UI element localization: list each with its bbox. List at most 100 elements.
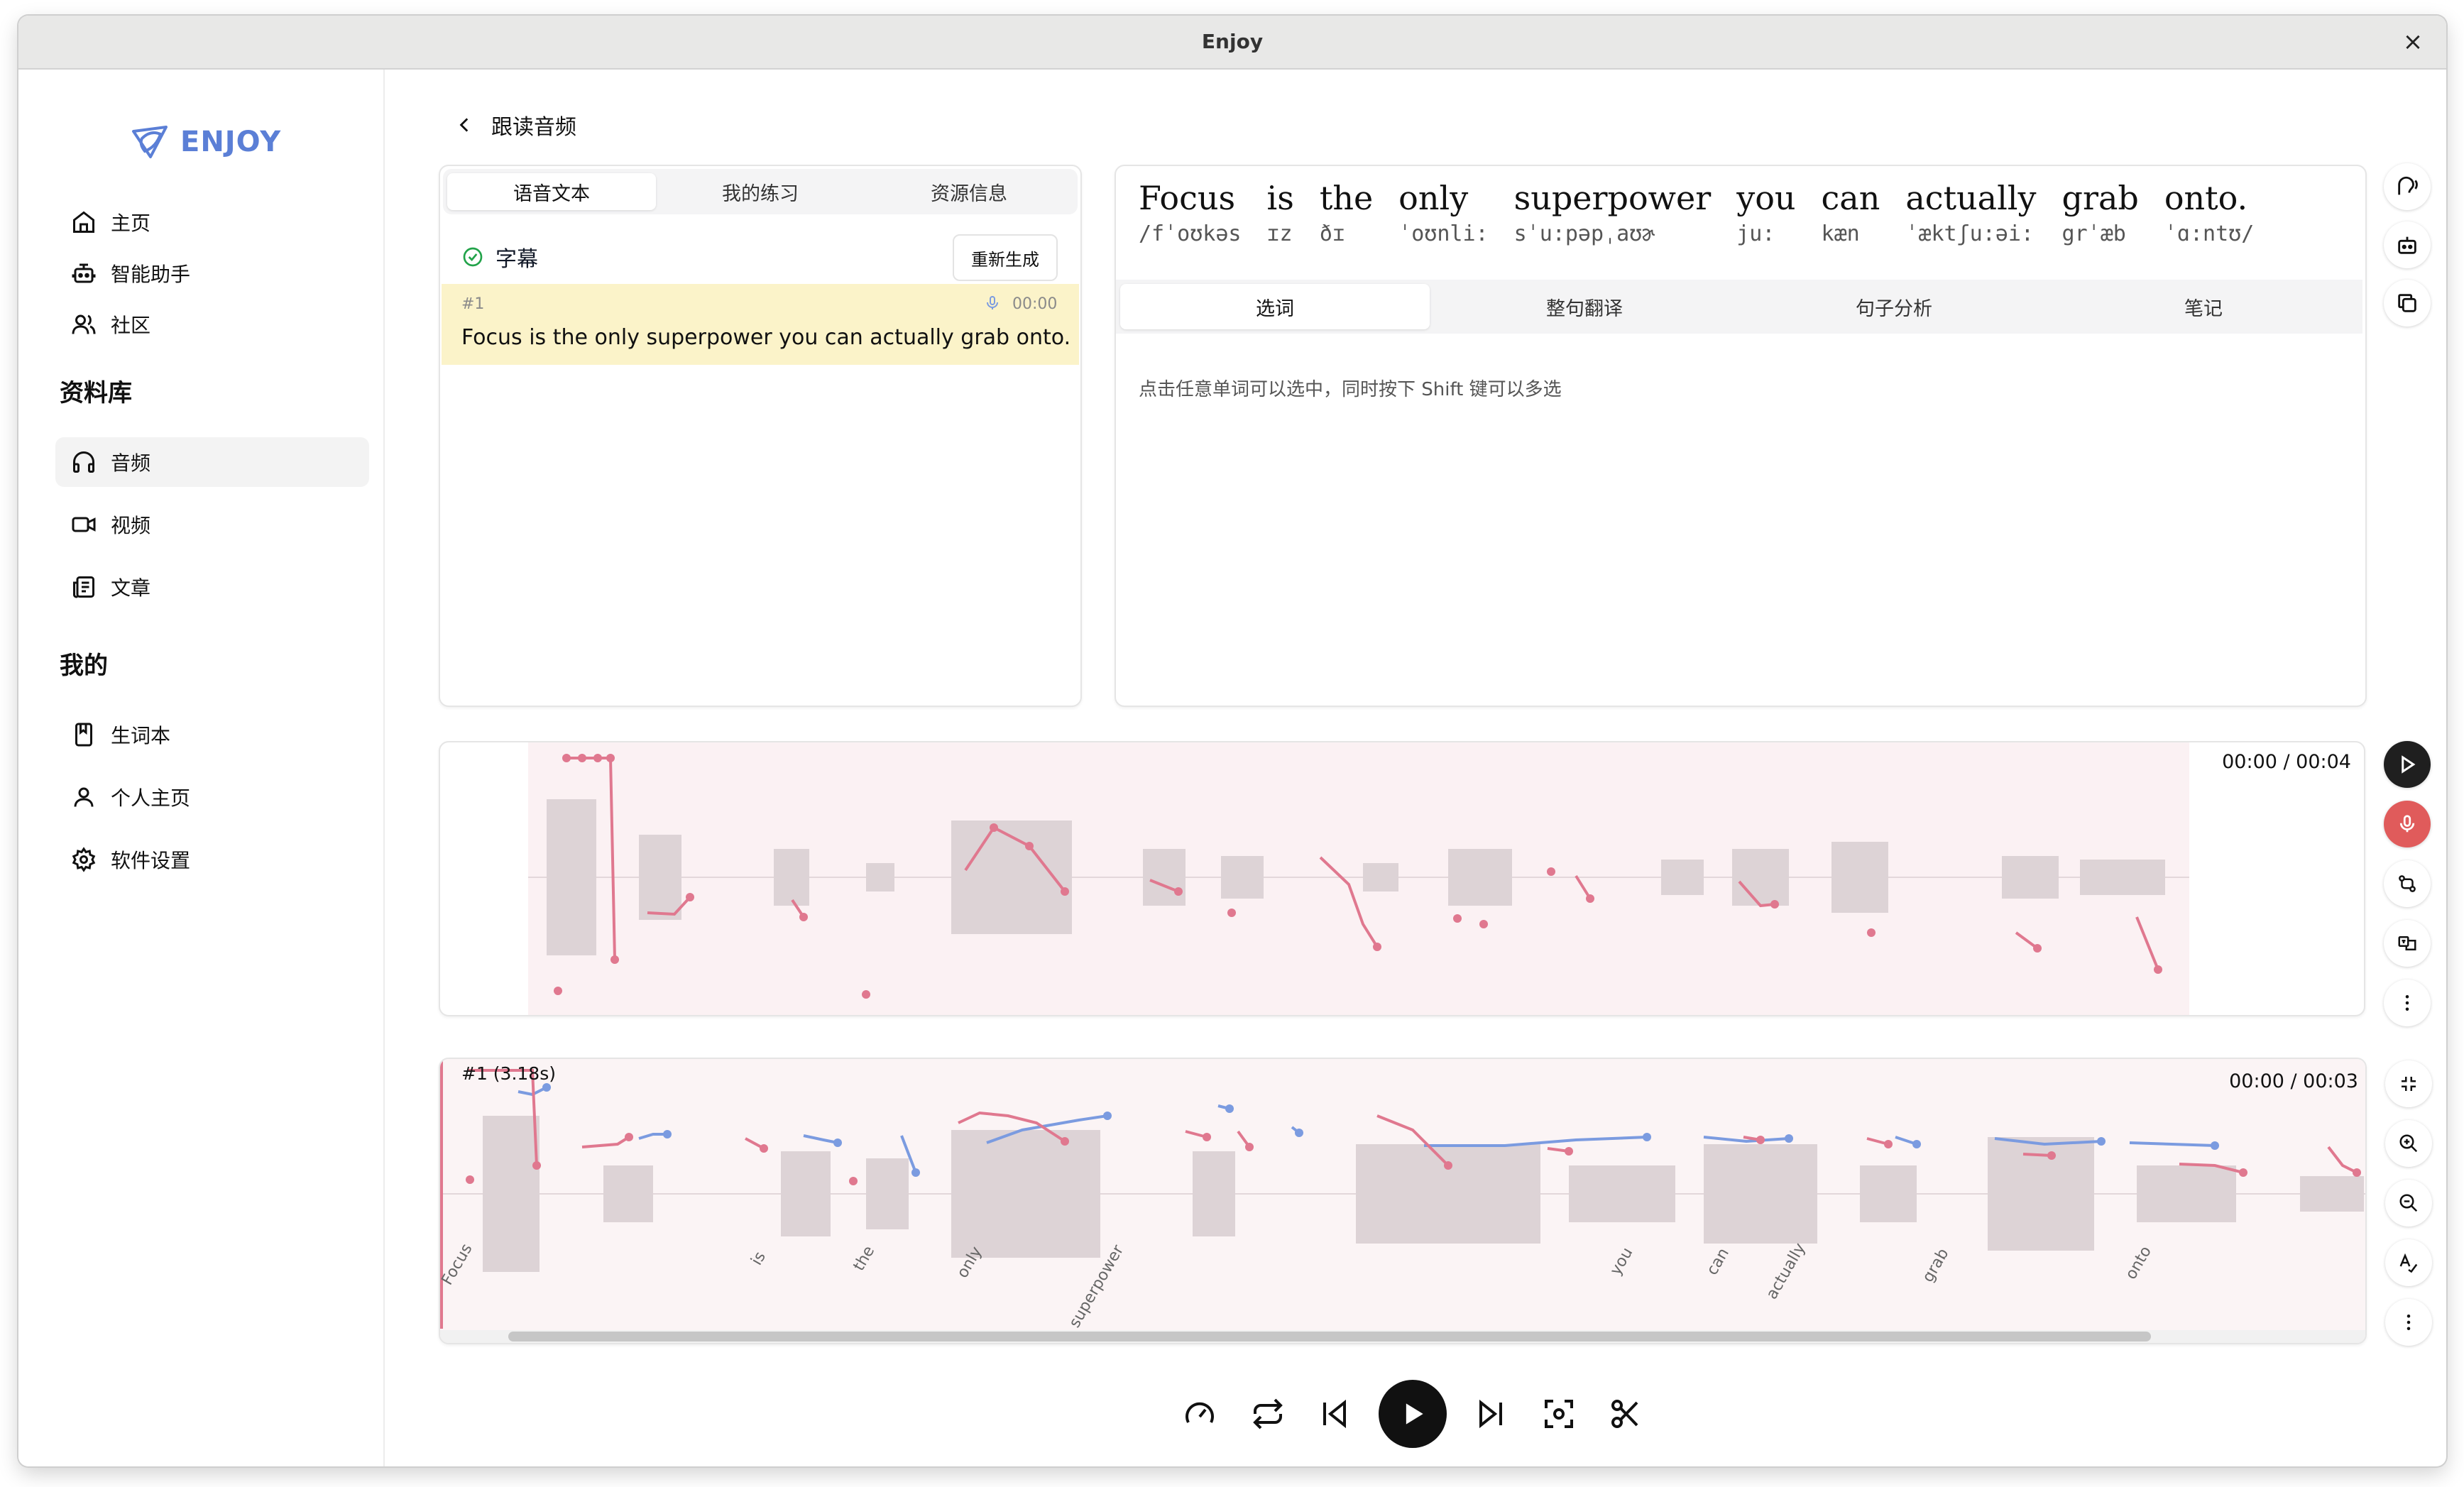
word-chip[interactable]: Focus/fˈoʊkəs: [1139, 179, 1242, 246]
bot-icon: [70, 259, 98, 287]
speed-icon[interactable]: [1180, 1394, 1220, 1434]
word-ipa: ˈæktʃu:əi:: [1905, 221, 2034, 246]
logo-text: ENJOY: [180, 126, 282, 158]
transcript-panel: 语音文本 我的练习 资源信息 字幕 重新生成 #1 00:00 Focus is…: [439, 165, 1082, 707]
word-text: is: [1266, 179, 1294, 217]
word-text: the: [1319, 179, 1374, 217]
tab-notes[interactable]: 笔记: [2049, 284, 2358, 329]
word-ipa: ˈɑ:ntʊ/: [2164, 221, 2255, 246]
segment-index: #1: [461, 295, 485, 313]
back-chevron-icon[interactable]: [456, 114, 474, 136]
sidebar-item-label: 生词本: [111, 724, 171, 747]
more-icon[interactable]: [2385, 1299, 2432, 1346]
word-chip[interactable]: actually ˈæktʃu:əi:: [1905, 179, 2036, 246]
word-chip[interactable]: you ju:: [1736, 179, 1795, 246]
zoom-in-icon[interactable]: [2385, 1120, 2432, 1167]
scissors-icon[interactable]: [1606, 1394, 1646, 1434]
word-text: you: [1736, 179, 1796, 217]
bot-icon[interactable]: [2384, 221, 2431, 268]
horizontal-scrollbar[interactable]: [508, 1332, 2151, 1341]
sidebar-item-label: 视频: [111, 514, 151, 537]
sidebar-item-home[interactable]: 主页: [55, 197, 369, 247]
word-chip[interactable]: is ɪz: [1267, 179, 1294, 246]
word-ipa: grˈæb: [2061, 221, 2126, 246]
word-text: Focus: [1139, 179, 1236, 217]
translate-icon[interactable]: [2384, 920, 2431, 967]
logo-icon: [132, 126, 168, 158]
sidebar-item-articles[interactable]: 文章: [55, 562, 369, 612]
word-chip[interactable]: onto. ˈɑ:ntʊ/: [2164, 179, 2254, 246]
word-text: can: [1821, 179, 1880, 217]
video-icon: [70, 510, 98, 539]
word-chip[interactable]: only ˈoʊnli:: [1398, 179, 1488, 246]
word-text: actually: [1905, 179, 2037, 217]
zoom-out-icon[interactable]: [2385, 1180, 2432, 1227]
sidebar-item-label: 社区: [111, 314, 151, 337]
spell-icon[interactable]: [2385, 1239, 2432, 1286]
practice-waveform[interactable]: Focus is the only superpower you can act…: [439, 1058, 2367, 1344]
tab-my-practice[interactable]: 我的练习: [656, 173, 865, 210]
select-hint: 点击任意单词可以选中，同时按下 Shift 键可以多选: [1139, 379, 1562, 400]
app-window: Enjoy × ENJOY 主页 智能助手 社区 资料库 音频 视频 文章 我的…: [18, 16, 2446, 1466]
sentence-words: Focus/fˈoʊkəs is ɪz the ðɪ only ˈoʊnli: sup…: [1139, 179, 2254, 246]
sidebar-item-vocabulary[interactable]: 生词本: [55, 710, 369, 759]
word-ipa: kæn: [1821, 221, 1860, 246]
player-controls: [1180, 1376, 2032, 1454]
word-chip[interactable]: the ðɪ: [1320, 179, 1373, 246]
practice-waveform-canvas: Focus is the only superpower you can act…: [440, 1059, 2365, 1343]
sidebar-item-settings[interactable]: 软件设置: [55, 835, 369, 884]
microphone-icon[interactable]: [2384, 801, 2431, 847]
caption-title: 字幕: [495, 247, 538, 272]
reference-waveform[interactable]: 00:00 / 00:04: [439, 741, 2365, 1016]
sidebar-item-label: 软件设置: [111, 849, 191, 872]
segment-text: Focus is the only superpower you can act…: [461, 325, 1071, 350]
sidebar: ENJOY 主页 智能助手 社区 资料库 音频 视频 文章 我的 生词本 个人主…: [18, 70, 385, 1466]
word-ipa: ˈoʊnli:: [1398, 221, 1489, 246]
word-chip[interactable]: can kæn: [1822, 179, 1880, 246]
tab-sentence-analysis[interactable]: 句子分析: [1739, 284, 2049, 329]
repeat-icon[interactable]: [1248, 1394, 1288, 1434]
practice-time: 00:00 / 00:03: [2229, 1070, 2358, 1092]
close-icon[interactable]: ×: [2398, 27, 2428, 57]
play-button[interactable]: [1379, 1380, 1447, 1448]
word-panel: Focus/fˈoʊkəs is ɪz the ðɪ only ˈoʊnli: sup…: [1115, 165, 2367, 707]
sidebar-item-audio[interactable]: 音频: [55, 437, 369, 487]
tab-translation[interactable]: 整句翻译: [1430, 284, 1739, 329]
users-icon: [70, 310, 98, 339]
microphone-icon: [987, 296, 998, 309]
main-area: 跟读音频 语音文本 我的练习 资源信息 字幕 重新生成 #1 00:00 Foc…: [385, 70, 2446, 1466]
tab-transcript[interactable]: 语音文本: [447, 173, 656, 210]
sidebar-item-assistant[interactable]: 智能助手: [55, 248, 369, 298]
next-icon[interactable]: [1471, 1394, 1511, 1434]
shrink-icon[interactable]: [2385, 1060, 2432, 1107]
play-icon[interactable]: [2384, 741, 2431, 788]
word-chip[interactable]: grab grˈæb: [2062, 179, 2139, 246]
tab-resource-info[interactable]: 资源信息: [865, 173, 1073, 210]
sidebar-item-profile[interactable]: 个人主页: [55, 772, 369, 822]
focus-icon[interactable]: [1539, 1394, 1579, 1434]
gear-icon: [70, 845, 98, 874]
word-chip[interactable]: superpower sˈu:pəpˌaʊɚ: [1514, 179, 1712, 246]
app-logo[interactable]: ENJOY: [129, 121, 281, 163]
sidebar-item-video[interactable]: 视频: [55, 500, 369, 549]
word-text: only: [1398, 179, 1469, 217]
tab-select-words[interactable]: 选词: [1120, 284, 1430, 329]
sidebar-item-label: 文章: [111, 576, 151, 600]
reference-waveform-canvas: [528, 742, 2189, 1015]
headphones-icon: [70, 448, 98, 476]
previous-icon[interactable]: [1315, 1394, 1354, 1434]
speaker-icon[interactable]: [2384, 163, 2431, 210]
reference-time: 00:00 / 00:04: [2222, 751, 2351, 773]
transcript-segment[interactable]: #1 00:00 Focus is the only superpower yo…: [442, 284, 1079, 365]
sidebar-item-label: 音频: [111, 451, 151, 475]
compare-icon[interactable]: [2384, 860, 2431, 907]
page-title: 跟读音频: [491, 115, 576, 140]
regenerate-button[interactable]: 重新生成: [953, 234, 1058, 281]
word-text: grab: [2061, 179, 2139, 217]
window-title: Enjoy: [1201, 30, 1264, 53]
notebook-icon: [70, 720, 98, 749]
sidebar-item-community[interactable]: 社区: [55, 300, 369, 349]
more-icon[interactable]: [2384, 980, 2431, 1026]
analysis-tabs: 选词 整句翻译 句子分析 笔记: [1116, 280, 2362, 334]
copy-icon[interactable]: [2384, 280, 2431, 327]
